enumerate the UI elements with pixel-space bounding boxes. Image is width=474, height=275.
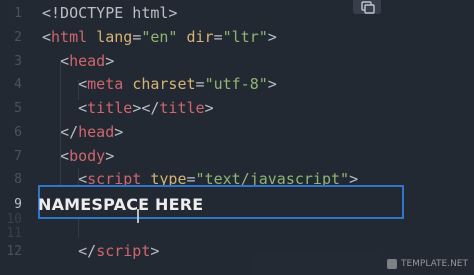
line-number: 2 (14, 30, 22, 45)
line-number: 8 (14, 172, 22, 187)
code-token: < (42, 75, 88, 93)
code-line: 1 <!DOCTYPE html> (0, 2, 474, 26)
code-token: head (78, 123, 115, 141)
code-token: title (159, 99, 205, 117)
line-number: 1 (14, 6, 22, 21)
code-editor[interactable]: 1 <!DOCTYPE html> 2 <html lang="en" dir="lt… (0, 0, 474, 275)
code-text: <!DOCTYPE html> (42, 2, 177, 26)
code-line: 2 <html lang="en" dir="ltr"> (0, 26, 474, 50)
code-token: < (42, 28, 52, 46)
code-token: < (42, 52, 70, 70)
line-number: 7 (14, 149, 22, 164)
code-token: "ltr" (222, 28, 268, 46)
code-token: <!DOCTYPE html> (42, 4, 178, 22)
code-line: 7 <body> (0, 145, 474, 169)
code-token: > (105, 52, 115, 70)
indent-guide (60, 60, 61, 200)
namespace-placeholder-text: NAMESPACE HERE (38, 195, 204, 214)
code-token: lang (96, 28, 133, 46)
code-text: </head> (42, 121, 123, 145)
code-token: = (213, 28, 223, 46)
code-text: <html lang="en" dir="ltr"> (42, 26, 277, 50)
line-number: 5 (14, 101, 22, 116)
code-token: > (150, 242, 160, 260)
code-token: > (105, 147, 115, 165)
code-text: </script> (42, 240, 159, 264)
watermark-logo-icon (386, 259, 397, 269)
code-token: > (267, 28, 277, 46)
indent-guide (78, 80, 79, 100)
code-text: <body> (42, 145, 114, 169)
code-token: ></ (132, 99, 160, 117)
code-token: script (96, 242, 151, 260)
code-line: 3 <head> (0, 50, 474, 74)
code-token: head (69, 52, 106, 70)
code-token: > (114, 123, 124, 141)
code-token: < (42, 147, 70, 165)
code-token: dir (186, 28, 214, 46)
line-number: 3 (14, 54, 22, 69)
code-text: <head> (42, 50, 114, 74)
code-token: < (42, 99, 88, 117)
watermark: TEMPLATE.NET (386, 259, 468, 269)
code-line: 5 <title></title> (0, 97, 474, 121)
line-number: 12 (6, 244, 22, 259)
text-caret (137, 209, 139, 223)
code-token: </ (42, 242, 97, 260)
code-token: meta (87, 75, 124, 93)
code-line: 6 </head> (0, 121, 474, 145)
code-token: title (87, 99, 133, 117)
watermark-text: TEMPLATE.NET (400, 259, 468, 269)
copy-icon[interactable] (352, 0, 382, 16)
code-text: <title></title> (42, 97, 214, 121)
line-number: 4 (14, 77, 22, 92)
code-token: = (132, 28, 142, 46)
code-token: charset (132, 75, 196, 93)
code-token: body (69, 147, 106, 165)
code-token: > (204, 99, 214, 117)
code-token: = (195, 75, 205, 93)
code-token: > (267, 75, 277, 93)
code-token: html (51, 28, 88, 46)
code-token: "utf-8" (204, 75, 268, 93)
code-token: "en" (141, 28, 178, 46)
line-number: 6 (14, 125, 22, 140)
code-line: 4 <meta charset="utf-8"> (0, 73, 474, 97)
